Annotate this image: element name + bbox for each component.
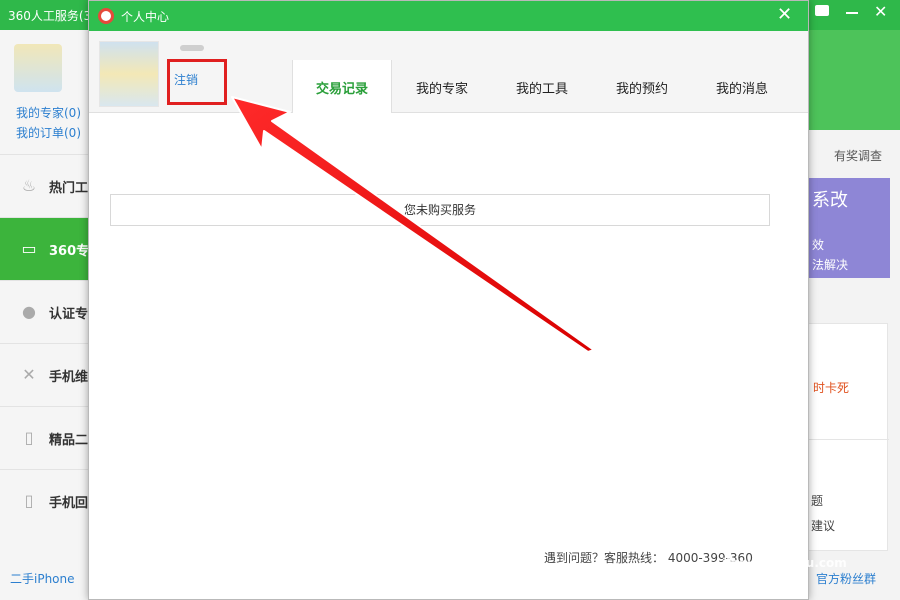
app-logo-icon xyxy=(98,8,114,24)
survey-link[interactable]: 有奖调查 xyxy=(834,147,882,164)
watermark-text: Bai 经验 xyxy=(690,506,798,536)
promo-line: 效 xyxy=(812,238,825,252)
baidu-watermark: Bai 经验 jingyan.baidu.com xyxy=(690,500,890,590)
promo-line: 法解决 xyxy=(812,258,849,272)
background-sidebar: 我的专家(0) 我的订单(0) ♨ 热门工 ▭ 360专 ● 认证专 ✕ 手机维… xyxy=(0,30,90,600)
sidebar-item-phone-repair[interactable]: ✕ 手机维 xyxy=(0,343,90,406)
username xyxy=(180,45,204,51)
tab-my-experts[interactable]: 我的专家 xyxy=(392,60,492,113)
fire-icon: ♨ xyxy=(21,176,37,195)
sidebar-item-phone-recycle[interactable]: ▯ 手机回 xyxy=(0,469,90,532)
my-experts-link[interactable]: 我的专家(0) xyxy=(16,104,81,121)
tab-my-appointments[interactable]: 我的预约 xyxy=(592,60,692,113)
faq-link[interactable]: 时卡死 xyxy=(813,379,849,396)
sidebar-item-label: 认证专 xyxy=(49,307,89,322)
phone-icon: ▯ xyxy=(24,428,34,447)
watermark-url: jingyan.baidu.com xyxy=(722,556,847,570)
annotation-highlight-box xyxy=(167,59,227,105)
tab-my-tools[interactable]: 我的工具 xyxy=(492,60,592,113)
sidebar-item-label: 360专 xyxy=(49,244,90,259)
minimize-icon[interactable] xyxy=(846,12,858,14)
background-app-title: 360人工服务(3 xyxy=(8,9,92,23)
dialog-titlebar[interactable]: 个人中心 ✕ xyxy=(89,1,808,31)
sidebar-item-360-experts[interactable]: ▭ 360专 xyxy=(0,217,90,280)
profile-header: 注销 交易记录 我的专家 我的工具 我的预约 我的消息 xyxy=(89,31,808,113)
my-orders-link[interactable]: 我的订单(0) xyxy=(16,124,81,141)
tab-my-messages[interactable]: 我的消息 xyxy=(692,60,792,113)
sidebar-item-label: 热门工 xyxy=(49,181,89,196)
avatar[interactable] xyxy=(99,41,159,107)
empty-state-message: 您未购买服务 xyxy=(110,194,770,226)
avatar[interactable] xyxy=(14,44,62,92)
sidebar-item-hot-tools[interactable]: ♨ 热门工 xyxy=(0,154,90,217)
tab-transactions[interactable]: 交易记录 xyxy=(292,60,392,113)
promo-title: 系改 xyxy=(812,190,848,211)
banner-image[interactable] xyxy=(808,30,900,130)
divider xyxy=(809,439,889,440)
close-icon[interactable]: ✕ xyxy=(777,4,792,26)
sidebar-item-label: 手机回 xyxy=(49,496,89,511)
sidebar-item-certified-experts[interactable]: ● 认证专 xyxy=(0,280,90,343)
close-icon[interactable]: ✕ xyxy=(874,2,887,21)
dialog-title: 个人中心 xyxy=(121,10,170,24)
secondhand-iphone-link[interactable]: 二手iPhone xyxy=(10,570,75,587)
sidebar-nav: ♨ 热门工 ▭ 360专 ● 认证专 ✕ 手机维 ▯ 精品二 ▯ 手机回 xyxy=(0,154,90,532)
sidebar-item-label: 手机维 xyxy=(49,370,89,385)
sidebar-item-label: 精品二 xyxy=(49,433,89,448)
phone-recycle-icon: ▯ xyxy=(24,491,34,510)
user-icon: ● xyxy=(22,302,36,321)
monitor-icon: ▭ xyxy=(21,239,37,258)
promo-card[interactable]: 系改 效 法解决 xyxy=(808,178,890,278)
feedback-icon[interactable] xyxy=(815,5,829,16)
sidebar-item-secondhand[interactable]: ▯ 精品二 xyxy=(0,406,90,469)
wrench-icon: ✕ xyxy=(22,365,36,384)
